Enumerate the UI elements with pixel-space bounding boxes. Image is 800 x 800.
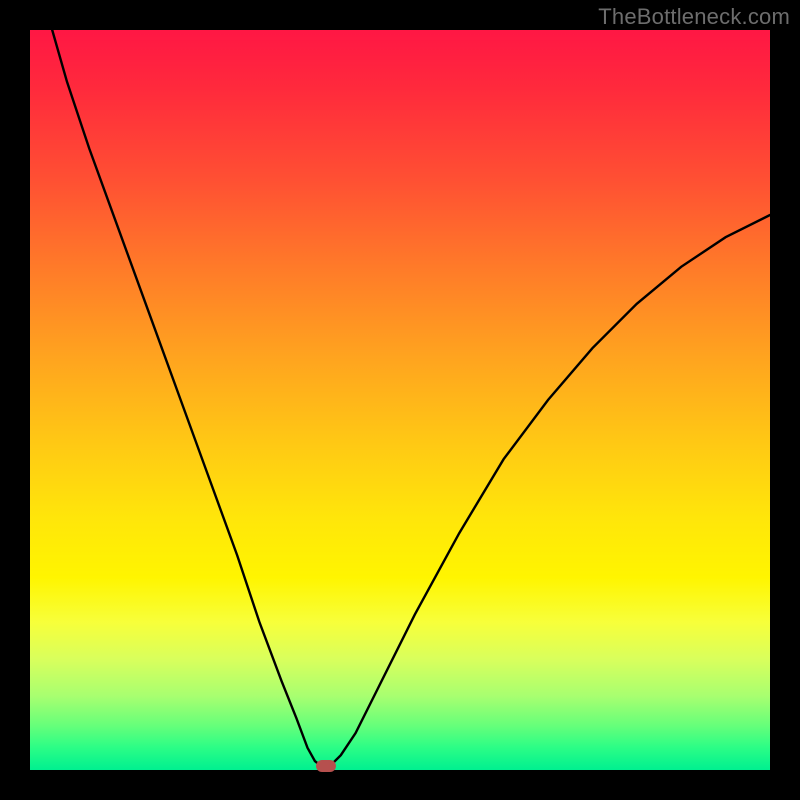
curve-svg bbox=[30, 30, 770, 770]
minimum-marker bbox=[316, 760, 336, 772]
bottleneck-curve-path bbox=[52, 30, 770, 766]
plot-area bbox=[30, 30, 770, 770]
watermark-text: TheBottleneck.com bbox=[598, 4, 790, 30]
chart-frame: TheBottleneck.com bbox=[0, 0, 800, 800]
